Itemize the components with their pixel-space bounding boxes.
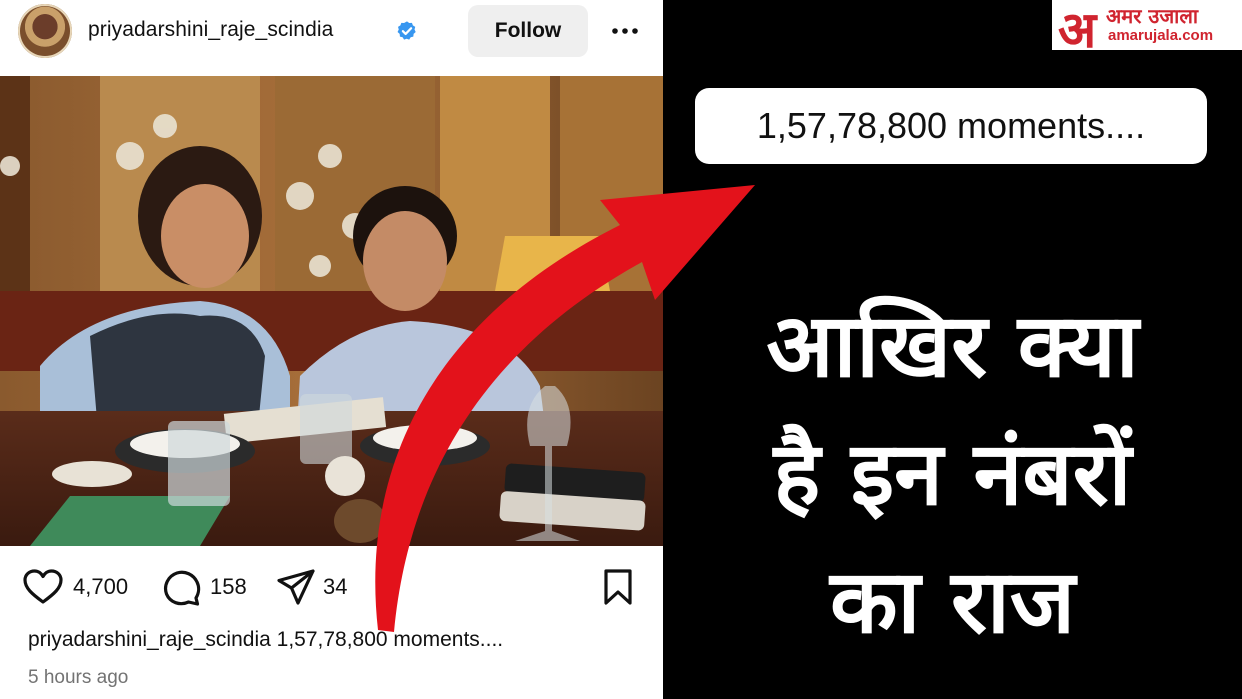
moments-highlight-box: 1,57,78,800 moments.... <box>695 88 1207 164</box>
comments-count[interactable]: 158 <box>210 574 247 600</box>
comment-icon[interactable] <box>161 568 201 606</box>
amar-ujala-logo: अ अमर उजाला amarujala.com <box>1052 0 1242 59</box>
logo-hindi-text: अमर उजाला <box>1106 4 1199 28</box>
post-username[interactable]: priyadarshini_raje_scindia <box>88 18 333 42</box>
post-caption: priyadarshini_raje_scindia 1,57,78,800 m… <box>28 628 503 652</box>
caption-text: 1,57,78,800 moments.... <box>276 628 504 651</box>
share-icon[interactable] <box>276 568 316 606</box>
post-timestamp: 5 hours ago <box>28 667 129 688</box>
moments-text: 1,57,78,800 moments.... <box>756 105 1146 146</box>
headline: आखिर क्या है इन नंबरों का राज <box>680 282 1225 666</box>
headline-line-1: आखिर क्या <box>766 294 1139 397</box>
heart-icon[interactable] <box>22 568 64 606</box>
post-actions: 4,700 158 34 <box>0 560 663 612</box>
profile-avatar[interactable] <box>18 4 72 58</box>
logo-domain-text: amarujala.com <box>1108 27 1214 44</box>
caption-username[interactable]: priyadarshini_raje_scindia <box>28 628 271 651</box>
headline-line-2: है इन नंबरों <box>773 422 1132 525</box>
post-photo[interactable] <box>0 76 663 546</box>
bookmark-icon[interactable] <box>601 568 635 606</box>
shares-count[interactable]: 34 <box>323 574 347 600</box>
more-options-icon[interactable] <box>608 14 642 48</box>
likes-count[interactable]: 4,700 <box>73 574 128 600</box>
post-header: priyadarshini_raje_scindia Follow <box>0 0 663 76</box>
verified-badge-icon <box>397 21 416 40</box>
instagram-post: priyadarshini_raje_scindia Follow 4,700 … <box>0 0 663 699</box>
follow-button[interactable]: Follow <box>468 5 588 57</box>
logo-mark: अ <box>1058 1 1097 59</box>
headline-line-3: का राज <box>829 550 1076 653</box>
